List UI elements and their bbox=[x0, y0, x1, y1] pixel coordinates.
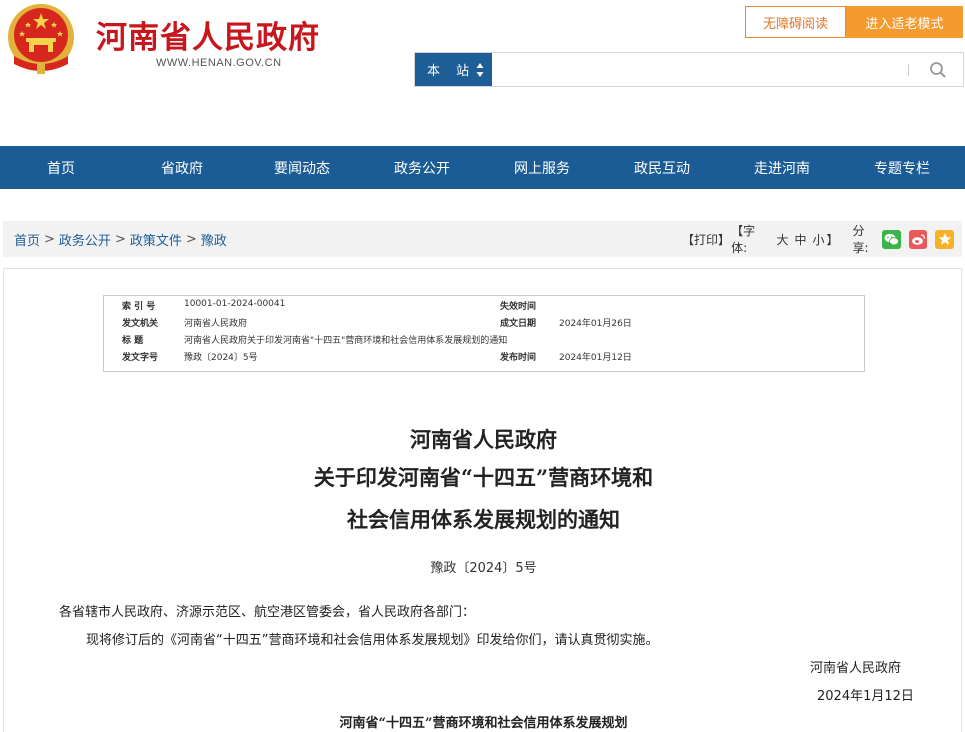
font-large-button[interactable]: 大 bbox=[776, 231, 788, 248]
meta-row-number: 发文字号 豫政〔2024〕5号 发布时间 2024年01月12日 bbox=[104, 350, 864, 367]
weibo-share-button[interactable] bbox=[908, 229, 928, 249]
breadcrumb-separator: > bbox=[44, 231, 55, 247]
breadcrumb-separator: > bbox=[114, 231, 126, 247]
meta-number-value: 豫政〔2024〕5号 bbox=[184, 353, 258, 363]
sort-arrows-icon bbox=[476, 63, 484, 77]
meta-expire-label: 失效时间 bbox=[500, 302, 537, 312]
article-title-line-1: 河南省人民政府 bbox=[410, 427, 557, 452]
weibo-icon bbox=[911, 233, 925, 245]
document-number: 豫政〔2024〕5号 bbox=[430, 561, 537, 576]
share-label: 分享: bbox=[852, 224, 869, 255]
wechat-icon bbox=[884, 233, 899, 245]
nav-item-provincial-government[interactable]: 省政府 bbox=[122, 146, 242, 189]
meta-row-title: 标 题 河南省人民政府关于印发河南省"十四五"营商环境和社会信用体系发展规划的通… bbox=[104, 333, 864, 350]
font-small-button[interactable]: 小 bbox=[812, 231, 824, 248]
site-title[interactable]: 河南省人民政府 bbox=[96, 12, 320, 57]
national-emblem-icon[interactable] bbox=[6, 2, 76, 76]
meta-number-label: 发文字号 bbox=[122, 353, 159, 363]
search-input[interactable] bbox=[495, 55, 915, 84]
elder-mode-button[interactable]: 进入适老模式 bbox=[846, 6, 963, 38]
search-divider bbox=[908, 64, 909, 76]
top-buttons: 无障碍阅读 进入适老模式 bbox=[745, 6, 963, 38]
meta-written-label: 成文日期 bbox=[500, 319, 537, 329]
meta-row-index: 索 引 号 10001-01-2024-00041 失效时间 bbox=[104, 299, 864, 316]
meta-issuer-label: 发文机关 bbox=[122, 319, 159, 329]
site-url: WWW.HENAN.GOV.CN bbox=[156, 57, 282, 69]
breadcrumb-yuzheng[interactable]: 豫政 bbox=[201, 230, 227, 249]
search-box: 本 站 bbox=[414, 52, 964, 87]
breadcrumb-government-affairs[interactable]: 政务公开 bbox=[59, 230, 111, 249]
favorite-star-icon bbox=[938, 233, 951, 245]
breadcrumb-bar: 首页 > 政务公开 > 政策文件 > 豫政 【打印】 【字体: 大 中 小 】 … bbox=[3, 221, 962, 257]
accessible-reading-button[interactable]: 无障碍阅读 bbox=[745, 6, 846, 38]
font-size-label: 【字体: bbox=[731, 224, 756, 255]
nav-item-home[interactable]: 首页 bbox=[0, 146, 122, 189]
nav-item-interaction[interactable]: 政民互动 bbox=[602, 146, 722, 189]
article-container: 索 引 号 10001-01-2024-00041 失效时间 发文机关 河南省人… bbox=[3, 268, 962, 732]
site-header: 河南省人民政府 WWW.HENAN.GOV.CN 无障碍阅读 进入适老模式 本 … bbox=[0, 0, 965, 146]
meta-publish-label: 发布时间 bbox=[500, 353, 537, 363]
article-signature: 河南省人民政府 bbox=[810, 661, 902, 676]
meta-title-value: 河南省人民政府关于印发河南省"十四五"营商环境和社会信用体系发展规划的通知 bbox=[184, 336, 508, 346]
nav-item-news[interactable]: 要闻动态 bbox=[242, 146, 362, 189]
meta-index-label: 索 引 号 bbox=[122, 302, 156, 312]
print-button[interactable]: 【打印】 bbox=[682, 231, 730, 248]
nav-item-special-topics[interactable]: 专题专栏 bbox=[842, 146, 962, 189]
breadcrumb-home[interactable]: 首页 bbox=[14, 230, 40, 249]
meta-row-issuer: 发文机关 河南省人民政府 成文日期 2024年01月26日 bbox=[104, 316, 864, 333]
plan-title: 河南省“十四五”营商环境和社会信用体系发展规划 bbox=[339, 716, 628, 731]
article-body: 现将修订后的《河南省“十四五”营商环境和社会信用体系发展规划》印发给你们，请认真… bbox=[86, 633, 659, 648]
meta-written-value: 2024年01月26日 bbox=[559, 319, 632, 329]
font-size-close: 】 bbox=[826, 232, 839, 247]
favorite-button[interactable] bbox=[935, 229, 955, 249]
font-medium-button[interactable]: 中 bbox=[794, 231, 806, 248]
nav-item-government-affairs[interactable]: 政务公开 bbox=[362, 146, 482, 189]
document-meta-table: 索 引 号 10001-01-2024-00041 失效时间 发文机关 河南省人… bbox=[103, 295, 865, 372]
article-title-line-3: 社会信用体系发展规划的通知 bbox=[347, 507, 620, 532]
meta-index-value: 10001-01-2024-00041 bbox=[184, 299, 286, 309]
nav-item-about-henan[interactable]: 走进河南 bbox=[722, 146, 842, 189]
article-title-line-2: 关于印发河南省“十四五”营商环境和 bbox=[313, 465, 654, 490]
breadcrumb: 首页 > 政务公开 > 政策文件 > 豫政 bbox=[14, 221, 227, 257]
wechat-share-button[interactable] bbox=[882, 229, 901, 249]
nav-item-online-services[interactable]: 网上服务 bbox=[482, 146, 602, 189]
meta-issuer-value: 河南省人民政府 bbox=[184, 319, 248, 329]
meta-title-label: 标 题 bbox=[122, 336, 144, 346]
search-icon[interactable] bbox=[929, 61, 947, 79]
search-scope-label: 本 站 bbox=[427, 64, 476, 79]
breadcrumb-policy-documents[interactable]: 政策文件 bbox=[130, 230, 182, 249]
meta-publish-value: 2024年01月12日 bbox=[559, 353, 632, 363]
article-salutation: 各省辖市人民政府、济源示范区、航空港区管委会，省人民政府各部门： bbox=[59, 605, 476, 620]
page-tools: 【打印】 【字体: 大 中 小 】 分享: bbox=[682, 221, 962, 257]
main-nav: 首页 省政府 要闻动态 政务公开 网上服务 政民互动 走进河南 专题专栏 bbox=[0, 146, 965, 189]
breadcrumb-separator: > bbox=[185, 231, 197, 247]
search-scope-select[interactable]: 本 站 bbox=[415, 53, 492, 86]
article-date: 2024年1月12日 bbox=[817, 689, 914, 704]
